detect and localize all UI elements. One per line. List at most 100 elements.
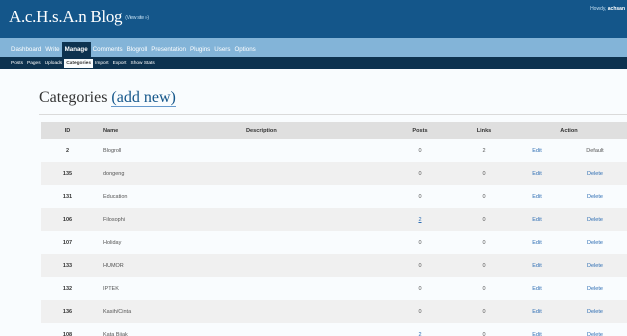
blog-title[interactable]: A.c.H.s.A.n Blog (View site »)	[9, 7, 149, 27]
submenu-item-export[interactable]: Export	[111, 59, 129, 68]
submenu-item-posts[interactable]: Posts	[9, 59, 25, 68]
edit-link-cell: Edit	[511, 323, 563, 336]
howdy-greeting: Howdy, achsan	[590, 6, 625, 12]
menu-item-plugins[interactable]: Plugins	[188, 42, 212, 57]
edit-link[interactable]: Edit	[532, 194, 541, 200]
submenu-item-import[interactable]: Import	[93, 59, 111, 68]
table-row: 132 IPTEK 0 0 Edit Delete	[41, 277, 627, 300]
cell-id-cell: 135	[41, 162, 94, 185]
menu-item-dashboard[interactable]: Dashboard	[9, 42, 43, 57]
menu-item-manage[interactable]: Manage	[61, 42, 91, 57]
cell-posts-cell: 2	[383, 208, 457, 231]
edit-link[interactable]: Edit	[532, 240, 541, 246]
cell-description-cell	[243, 139, 383, 162]
edit-link[interactable]: Edit	[532, 171, 541, 177]
menu-item-write[interactable]: Write	[43, 42, 61, 57]
cell-posts: 0	[418, 308, 422, 315]
howdy-prefix: Howdy,	[590, 6, 607, 12]
cell-links: 0	[482, 193, 486, 200]
cell-description-cell	[243, 300, 383, 323]
cell-posts-cell: 0	[383, 300, 457, 323]
cell-id: 106	[62, 216, 73, 223]
menu-item-presentation[interactable]: Presentation	[149, 42, 188, 57]
cell-description-cell	[243, 231, 383, 254]
cell-links-cell: 0	[457, 185, 511, 208]
cell-description-cell	[243, 185, 383, 208]
delete-link[interactable]: Delete	[587, 263, 603, 269]
cell-links-cell: 0	[457, 208, 511, 231]
table-row: 133 HUMOR 0 0 Edit Delete	[41, 254, 627, 277]
view-site-link[interactable]: (View site »)	[125, 15, 149, 21]
cell-name-cell: HUMOR	[94, 254, 243, 277]
edit-link-cell: Edit	[511, 300, 563, 323]
cell-posts: 0	[418, 193, 422, 200]
delete-link[interactable]: Delete	[587, 171, 603, 177]
delete-link[interactable]: Delete	[587, 217, 603, 223]
edit-link[interactable]: Edit	[532, 148, 541, 154]
cell-description-cell	[243, 323, 383, 336]
delete-link-cell: Delete	[563, 231, 627, 254]
cell-links: 2	[482, 147, 486, 154]
edit-link[interactable]: Edit	[532, 309, 541, 315]
cell-posts: 0	[418, 262, 422, 269]
delete-link-cell: Delete	[563, 254, 627, 277]
cell-posts[interactable]: 2	[418, 332, 421, 336]
submenu-item-uploads[interactable]: Uploads	[43, 59, 65, 68]
delete-link[interactable]: Delete	[587, 240, 603, 246]
page-title-text: Categories	[39, 89, 108, 106]
cell-name: dongeng	[103, 170, 125, 177]
blog-title-text[interactable]: A.c.H.s.A.n Blog	[9, 7, 123, 26]
cell-posts: 0	[418, 147, 422, 154]
delete-link-cell: Delete	[563, 185, 627, 208]
add-new-category-link[interactable]: (add new)	[111, 89, 176, 107]
edit-link[interactable]: Edit	[532, 263, 541, 269]
cell-posts: 0	[418, 170, 422, 177]
cell-id-cell: 132	[41, 277, 94, 300]
cell-id: 2	[65, 147, 70, 154]
edit-link-cell: Edit	[511, 139, 563, 162]
howdy-user-link[interactable]: achsan	[608, 6, 625, 12]
submenu-item-categories[interactable]: Categories	[64, 59, 94, 68]
cell-links-cell: 0	[457, 254, 511, 277]
edit-link[interactable]: Edit	[532, 332, 541, 336]
delete-link[interactable]: Delete	[587, 309, 603, 315]
menu-item-blogroll[interactable]: Blogroll	[125, 42, 150, 57]
cell-name: Filosophi	[103, 216, 126, 223]
menu-item-users[interactable]: Users	[212, 42, 232, 57]
default-label-cell: Default	[563, 139, 627, 162]
menu-item-comments[interactable]: Comments	[91, 42, 125, 57]
cell-name-cell: Kasih/Cinta	[94, 300, 243, 323]
delete-link[interactable]: Delete	[587, 194, 603, 200]
cell-links: 0	[482, 170, 486, 177]
cell-name: HUMOR	[103, 262, 124, 269]
header-id: ID	[41, 122, 94, 139]
delete-link[interactable]: Delete	[587, 286, 603, 292]
cell-description-cell	[243, 254, 383, 277]
delete-link[interactable]: Delete	[587, 332, 603, 336]
cell-links: 0	[482, 216, 486, 223]
cell-id-cell: 2	[41, 139, 94, 162]
edit-link[interactable]: Edit	[532, 286, 541, 292]
cell-posts-cell: 0	[383, 139, 457, 162]
cell-posts-cell: 0	[383, 277, 457, 300]
cell-name-cell: Holiday	[94, 231, 243, 254]
cell-posts[interactable]: 2	[418, 217, 421, 223]
cell-posts: 0	[418, 239, 422, 246]
table-row: 107 Holiday 0 0 Edit Delete	[41, 231, 627, 254]
delete-link-cell: Delete	[563, 162, 627, 185]
menu-item-options[interactable]: Options	[232, 42, 257, 57]
submenu-item-show-stats[interactable]: Show Stats	[129, 59, 157, 68]
cell-name: Education	[103, 193, 128, 200]
cell-links: 0	[482, 331, 486, 336]
cell-name: Kasih/Cinta	[103, 308, 132, 315]
table-row: 106 Filosophi 2 0 Edit Delete	[41, 208, 627, 231]
cell-posts-cell: 0	[383, 185, 457, 208]
cell-links: 0	[482, 285, 486, 292]
submenu-item-pages[interactable]: Pages	[25, 59, 43, 68]
cell-name-cell: Kata Bijak	[94, 323, 243, 336]
cell-id: 136	[62, 308, 73, 315]
edit-link[interactable]: Edit	[532, 217, 541, 223]
cell-posts-cell: 0	[383, 162, 457, 185]
delete-link-cell: Delete	[563, 300, 627, 323]
table-header-row: ID Name Description Posts Links Action	[41, 122, 627, 139]
